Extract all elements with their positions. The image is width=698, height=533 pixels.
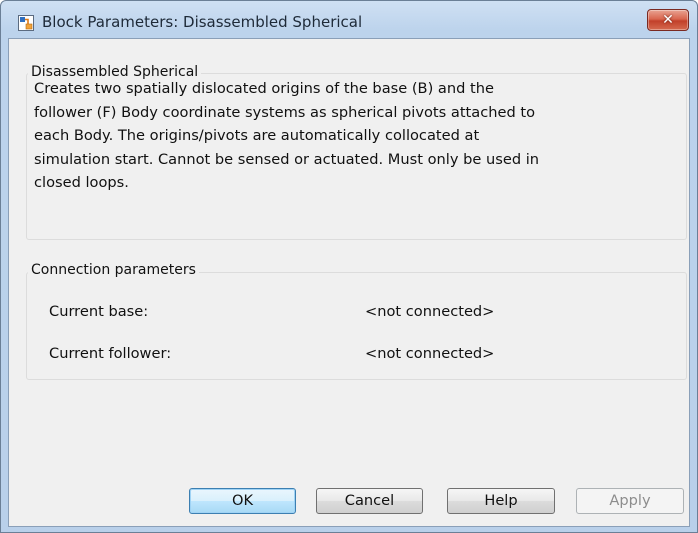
- dialog-window: Block Parameters: Disassembled Spherical…: [0, 0, 698, 533]
- close-icon: ✕: [662, 12, 674, 28]
- description-line: each Body. The origins/pivots are automa…: [34, 127, 480, 144]
- current-follower-value: <not connected>: [365, 345, 495, 362]
- close-button[interactable]: ✕: [647, 9, 689, 31]
- simulink-block-icon: [18, 15, 34, 31]
- current-follower-label: Current follower:: [49, 345, 172, 362]
- description-line: simulation start. Cannot be sensed or ac…: [34, 150, 540, 168]
- title-bar[interactable]: Block Parameters: Disassembled Spherical…: [1, 1, 697, 37]
- current-base-value: <not connected>: [365, 303, 495, 320]
- description-line: Creates two spatially dislocated origins…: [34, 80, 494, 97]
- block-description: Creates two spatially dislocated origins…: [34, 77, 674, 195]
- description-line: follower (F) Body coordinate systems as …: [34, 103, 536, 121]
- cancel-button[interactable]: Cancel: [316, 488, 423, 514]
- connection-parameters-legend: Connection parameters: [28, 262, 199, 278]
- help-button[interactable]: Help: [447, 488, 555, 514]
- description-line: closed loops.: [34, 174, 129, 191]
- apply-button[interactable]: Apply: [576, 488, 684, 514]
- window-title: Block Parameters: Disassembled Spherical: [42, 13, 363, 31]
- current-base-label: Current base:: [49, 303, 149, 320]
- ok-button[interactable]: OK: [189, 488, 296, 514]
- connection-parameters-group: [26, 272, 687, 380]
